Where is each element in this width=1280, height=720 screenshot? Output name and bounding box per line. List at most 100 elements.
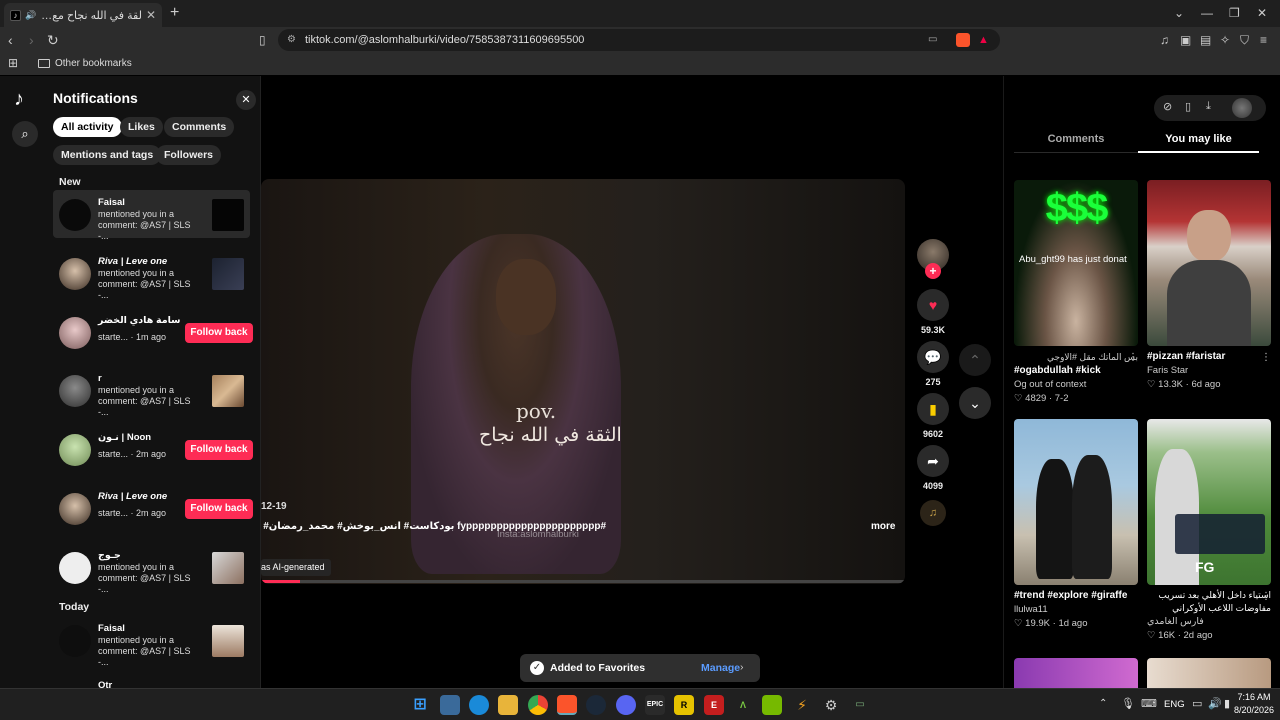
- reload-icon[interactable]: ↻: [47, 31, 59, 49]
- bookmark-saved-icon[interactable]: ▮: [917, 393, 949, 425]
- close-tab-icon[interactable]: ✕: [146, 8, 156, 22]
- filter-followers[interactable]: Followers: [156, 145, 222, 165]
- notification-item[interactable]: r mentioned you in a comment: @AS7 | SLS…: [53, 366, 250, 417]
- card-more-icon[interactable]: ⋮: [1261, 591, 1271, 602]
- filter-comments[interactable]: Comments: [164, 117, 235, 137]
- video-card[interactable]: $$$ Abu_ght99 has just donat بس الماتك م…: [1014, 180, 1138, 406]
- settings-icon[interactable]: ⚙: [821, 695, 841, 715]
- video-card-thumbnail[interactable]: $$$ Abu_ght99 has just donat: [1014, 180, 1138, 346]
- vpn-icon[interactable]: ⛉: [1240, 31, 1249, 49]
- video-card[interactable]: #trend #explore #giraffe llulwa11 ♡ 19.9…: [1014, 419, 1138, 631]
- site-info-icon[interactable]: ⚙: [287, 29, 296, 51]
- maximize-button[interactable]: ❐: [1229, 6, 1240, 20]
- video-card-thumbnail[interactable]: [1014, 658, 1138, 688]
- video-card-thumbnail[interactable]: [1147, 658, 1271, 688]
- avatar[interactable]: [59, 199, 91, 231]
- card-more-icon[interactable]: ⋮: [1128, 352, 1138, 363]
- wallet-icon[interactable]: ▤: [1200, 31, 1211, 49]
- edge-icon[interactable]: [469, 695, 489, 715]
- sidebar-icon[interactable]: ▣: [1180, 31, 1191, 49]
- notification-item[interactable]: Riva | Leve one mentioned you in a comme…: [53, 249, 250, 300]
- video-thumbnail[interactable]: [212, 552, 244, 584]
- forward-icon[interactable]: ›: [29, 31, 34, 49]
- new-tab-button[interactable]: +: [170, 4, 179, 22]
- follow-back-button[interactable]: Follow back: [185, 323, 253, 343]
- video-thumbnail[interactable]: [212, 199, 244, 231]
- next-video-button[interactable]: ⌄: [959, 387, 991, 419]
- language-indicator[interactable]: ENG: [1164, 699, 1185, 710]
- comment-icon[interactable]: 💬: [917, 341, 949, 373]
- filter-mentions[interactable]: Mentions and tags: [53, 145, 162, 165]
- leo-ai-icon[interactable]: ✧: [1220, 31, 1230, 49]
- close-panel-button[interactable]: ✕: [236, 90, 256, 110]
- apps-grid-icon[interactable]: ⊞: [8, 56, 18, 70]
- app-icon[interactable]: Λ: [733, 695, 753, 715]
- steam-icon[interactable]: [586, 695, 606, 715]
- previous-video-button[interactable]: ⌃: [959, 344, 991, 376]
- cast-icon[interactable]: ▭: [928, 29, 937, 51]
- tray-overflow-icon[interactable]: ⌃: [1099, 698, 1107, 709]
- tab-comments[interactable]: Comments: [1014, 133, 1138, 145]
- app-icon[interactable]: ▭: [850, 695, 870, 715]
- browser-tab[interactable]: ♪ 🔊 لقة في الله نجاح مع محمد رمضان ✕: [4, 3, 162, 27]
- tab-you-may-like[interactable]: You may like: [1138, 133, 1259, 145]
- speaker-icon[interactable]: 🔊: [25, 10, 36, 21]
- other-bookmarks-folder[interactable]: Other bookmarks: [38, 58, 132, 69]
- brave-rewards-icon[interactable]: ▲: [978, 29, 989, 51]
- profile-avatar[interactable]: [1232, 98, 1252, 118]
- card-more-icon[interactable]: ⋮: [1261, 352, 1271, 363]
- explore-icon[interactable]: ⊘: [1163, 100, 1172, 113]
- epic-games-icon[interactable]: EPIC: [645, 695, 665, 715]
- avatar[interactable]: [59, 375, 91, 407]
- card-author[interactable]: Og out of context: [1014, 378, 1138, 392]
- close-window-button[interactable]: ✕: [1257, 6, 1267, 20]
- video-thumbnail[interactable]: [212, 258, 244, 290]
- share-icon[interactable]: ➦: [917, 445, 949, 477]
- video-card-thumbnail[interactable]: [1147, 180, 1271, 346]
- filter-all-activity[interactable]: All activity: [53, 117, 122, 137]
- tab-search-icon[interactable]: ⌄: [1174, 6, 1184, 20]
- notification-item[interactable]: Faisal mentioned you in a comment: @AS7 …: [53, 616, 250, 667]
- back-icon[interactable]: ‹: [8, 31, 13, 49]
- minimize-button[interactable]: —: [1201, 6, 1213, 20]
- video-card-thumbnail[interactable]: FG: [1147, 419, 1271, 585]
- microphone-icon[interactable]: 🎙: [1121, 697, 1135, 710]
- video-caption[interactable]: #fypppppppppppppppppppppp بودكاست# انس_ب…: [261, 521, 606, 532]
- video-thumbnail[interactable]: [212, 375, 244, 407]
- video-player[interactable]: pov. الثقة في الله نجاح Insta:aslomhalbu…: [261, 179, 905, 584]
- like-heart-icon[interactable]: ♥: [917, 289, 949, 321]
- avatar[interactable]: [59, 317, 91, 349]
- follow-plus-icon[interactable]: +: [925, 263, 941, 279]
- windows-start-icon[interactable]: ⊞: [410, 695, 430, 715]
- app-icon[interactable]: E: [704, 695, 724, 715]
- notification-item[interactable]: Riva | Leve one starte... · 2m ago Follo…: [53, 484, 253, 532]
- video-card[interactable]: FG استياء داخل الأهلي بعد تسريب مفاوضات …: [1147, 419, 1271, 643]
- bookmark-icon[interactable]: ▯: [259, 31, 266, 49]
- follow-back-button[interactable]: Follow back: [185, 440, 253, 460]
- clock-date[interactable]: 8/20/2026: [1230, 705, 1278, 715]
- notification-item[interactable]: نـون | Noon starte... · 2m ago Follow ba…: [53, 425, 253, 473]
- notification-item[interactable]: جـوج mentioned you in a comment: @AS7 | …: [53, 543, 250, 594]
- volume-icon[interactable]: 🔊: [1208, 697, 1222, 710]
- progress-bar[interactable]: [261, 580, 905, 583]
- follow-back-button[interactable]: Follow back: [185, 499, 253, 519]
- discord-icon[interactable]: [616, 695, 636, 715]
- avatar[interactable]: [59, 434, 91, 466]
- rockstar-icon[interactable]: R: [674, 695, 694, 715]
- keyboard-icon[interactable]: ⌨: [1141, 697, 1157, 710]
- caption-more-link[interactable]: more: [871, 521, 895, 532]
- app-icon[interactable]: ⚡: [792, 695, 812, 715]
- nvidia-icon[interactable]: [762, 695, 782, 715]
- card-author[interactable]: llulwa11: [1014, 603, 1138, 617]
- avatar[interactable]: [59, 493, 91, 525]
- widgets-icon[interactable]: [440, 695, 460, 715]
- avatar[interactable]: [59, 625, 91, 657]
- video-card[interactable]: #pizzan #faristar Faris Star ♡ 13.3K · 6…: [1147, 180, 1271, 392]
- manage-link[interactable]: Manage: [701, 662, 740, 674]
- notification-item[interactable]: سامة هادي الخضر starte... · 1m ago Follo…: [53, 308, 253, 356]
- music-disc-icon[interactable]: ♫: [920, 500, 946, 526]
- clock-time[interactable]: 7:16 AM: [1236, 692, 1272, 702]
- network-icon[interactable]: ▭: [1192, 697, 1202, 710]
- search-icon[interactable]: ⌕: [12, 121, 38, 147]
- avatar[interactable]: [59, 552, 91, 584]
